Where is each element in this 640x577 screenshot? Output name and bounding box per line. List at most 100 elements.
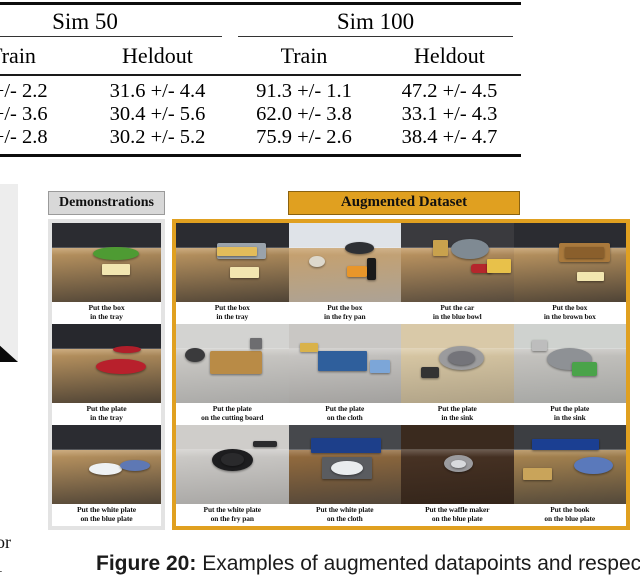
- table-cell: 30.4 +/- 5.6: [109, 102, 206, 125]
- caption-line-1: Put the box: [88, 302, 125, 312]
- caption-line-2: on the cloth: [326, 514, 363, 524]
- demonstration-caption: Put the plate in the tray: [52, 402, 161, 425]
- scene-object: [89, 462, 122, 475]
- scene-object: [209, 350, 262, 375]
- augmented-cell[interactable]: Put the waffle maker on the blue plate: [401, 425, 514, 526]
- caption-line-2: on the blue plate: [80, 514, 133, 524]
- augmented-cell[interactable]: Put the plate on the cutting board: [176, 324, 289, 425]
- column-header-sim100-train: Train: [280, 43, 328, 68]
- scene-render: [288, 324, 401, 403]
- table-cell: 38.4 +/- 4.7: [401, 125, 498, 148]
- scene-object: [317, 350, 368, 372]
- table-cell: 33.1 +/- 4.3: [401, 102, 498, 125]
- scene-render: [513, 324, 626, 403]
- scene-object: [299, 342, 318, 353]
- scene-object: [574, 456, 613, 474]
- scene-object: [576, 271, 604, 282]
- augmented-cell[interactable]: Put the box in the fry pan: [288, 223, 401, 324]
- figure-caption-label: Figure 20:: [96, 552, 197, 575]
- augmented-thumbnail: [513, 324, 626, 403]
- augmented-thumbnail: [401, 425, 514, 504]
- augmented-thumbnail: [401, 223, 514, 302]
- left-page-fragment: [0, 184, 18, 346]
- table-row: 3 +/- 2.2 31.6 +/- 4.4 91.3 +/- 1.1 47.2…: [0, 80, 521, 103]
- caption-line-2: in the tray: [90, 312, 123, 322]
- scene-object: [572, 361, 597, 376]
- scene-object: [119, 459, 151, 471]
- scene-render: [513, 223, 626, 302]
- augmented-thumbnail: [176, 324, 289, 403]
- table-group-header-row: Sim 50 Sim 100: [0, 5, 521, 38]
- caption-line-1: Put the waffle maker: [425, 504, 490, 514]
- caption-line-1: Put the box: [214, 302, 250, 312]
- augmented-cell[interactable]: Put the box in the brown box: [513, 223, 626, 324]
- demonstration-cell[interactable]: Put the box in the tray: [52, 223, 161, 324]
- caption-line-2: in the blue bowl: [432, 312, 482, 322]
- table-cell: 91.3 +/- 1.1: [256, 79, 352, 102]
- caption-line-1: Put the white plate: [316, 504, 374, 514]
- table-bottom-rule: [0, 153, 521, 157]
- caption-line-1: Put the white plate: [203, 504, 262, 514]
- scene-object: [432, 240, 449, 257]
- augmented-thumbnail: [288, 223, 401, 302]
- augmented-cell[interactable]: Put the plate on the cloth: [288, 324, 401, 425]
- caption-line-1: Put the plate: [550, 403, 590, 413]
- scene-render: [52, 425, 161, 504]
- table-row: 1 +/- 2.8 30.2 +/- 5.2 75.9 +/- 2.6 38.4…: [0, 126, 521, 149]
- augmented-cell[interactable]: Put the white plate on the cloth: [288, 425, 401, 526]
- augmented-thumbnail: [513, 223, 626, 302]
- augmented-panel: Put the box in the tray Put the box in the …: [172, 219, 630, 530]
- scene-object: [230, 267, 260, 279]
- demonstration-cell[interactable]: Put the white plate on the blue plate: [52, 425, 161, 526]
- table-cell: 47.2 +/- 4.5: [401, 79, 498, 102]
- demonstrations-panel: Put the box in the tray Put the plate in th…: [48, 219, 165, 530]
- caption-line-2: on the cloth: [326, 413, 363, 423]
- caption-line-1: Put the box: [552, 302, 588, 312]
- augmented-cell[interactable]: Put the white plate on the fry pan: [176, 425, 289, 526]
- scene-render: [401, 223, 514, 302]
- demonstrations-header: Demonstrations: [48, 191, 165, 215]
- scene-render: [401, 324, 514, 403]
- table-cell: 7 +/- 3.6: [0, 102, 48, 125]
- caption-line-1: Put the book: [550, 504, 590, 514]
- augmented-dataset-header: Augmented Dataset: [288, 191, 520, 215]
- augmented-thumbnail: [288, 324, 401, 403]
- augmented-cell[interactable]: Put the box in the tray: [176, 223, 289, 324]
- demonstration-cell[interactable]: Put the plate in the tray: [52, 324, 161, 425]
- caption-line-2: in the sink: [441, 413, 474, 423]
- scene-render: [288, 425, 401, 504]
- scene-object: [221, 453, 244, 466]
- demonstration-caption: Put the white plate on the blue plate: [52, 503, 161, 526]
- augmented-caption: Put the plate in the sink: [513, 402, 626, 425]
- scene-object: [565, 246, 604, 258]
- augmented-caption: Put the white plate on the cloth: [288, 503, 401, 526]
- caption-line-2: on the blue plate: [544, 514, 596, 524]
- figure-area: Demonstrations Augmented Dataset Put the…: [0, 184, 640, 544]
- table-cell: 3 +/- 2.2: [0, 79, 48, 102]
- augmented-caption: Put the box in the tray: [176, 301, 289, 324]
- augmented-cell[interactable]: Put the book on the blue plate: [513, 425, 626, 526]
- augmented-caption: Put the plate in the sink: [401, 402, 514, 425]
- scene-object: [421, 366, 440, 378]
- caption-line-1: Put the car: [440, 302, 475, 312]
- augmented-cell[interactable]: Put the plate in the sink: [401, 324, 514, 425]
- table-column-header-row: Train Heldout Train Heldout: [0, 38, 521, 74]
- augmented-caption: Put the car in the blue bowl: [401, 301, 514, 324]
- demonstration-thumbnail: [52, 223, 161, 302]
- caption-line-2: in the tray: [90, 413, 123, 423]
- augmented-cell[interactable]: Put the car in the blue bowl: [401, 223, 514, 324]
- table-cell: 75.9 +/- 2.6: [256, 125, 352, 148]
- augmented-cell[interactable]: Put the plate in the sink: [513, 324, 626, 425]
- scene-render: [176, 324, 289, 403]
- table-group-sim50: Sim 50: [0, 5, 230, 38]
- caption-line-1: Put the plate: [212, 403, 252, 413]
- column-header-sim100-heldout: Heldout: [414, 43, 485, 68]
- caption-line-2: in the sink: [553, 413, 586, 423]
- scene-render: [176, 425, 289, 504]
- figure-caption: Figure 20: Examples of augmented datapoi…: [96, 552, 640, 576]
- scene-object: [347, 265, 368, 277]
- augmented-caption: Put the box in the fry pan: [288, 301, 401, 324]
- page-fragment-text-number: 1: [0, 556, 3, 577]
- caption-line-1: Put the plate: [325, 403, 365, 413]
- caption-line-2: in the fry pan: [323, 312, 366, 322]
